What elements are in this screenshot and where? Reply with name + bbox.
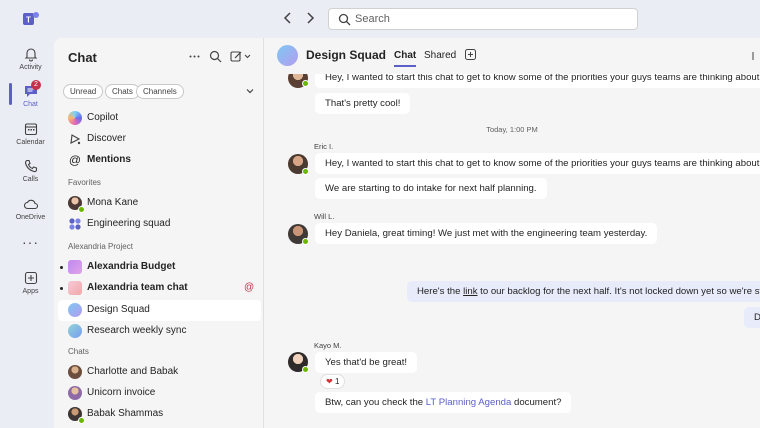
group-avatar [68,303,82,317]
presence-available-icon [78,206,85,213]
mention-badge: @ [244,282,255,293]
tab-shared[interactable]: Shared [424,50,456,61]
presence-available-icon [302,80,309,87]
rail-apps[interactable]: Apps [0,266,61,304]
search-input[interactable]: Search [328,8,638,30]
list-item-alexandria-team-chat[interactable]: Alexandria team chat @ [58,278,261,299]
forward-arrow-icon[interactable] [302,10,318,26]
chat-list-panel: Chat Unread Chats Channels Copilot Disco… [54,38,264,428]
list-item-charlotte-and-babak[interactable]: Charlotte and Babak [58,362,261,383]
rail-calls[interactable]: Calls [0,154,61,192]
chat-header: Design Squad Chat Shared [264,38,760,74]
sender-name: Will L. [314,212,335,221]
unread-dot [60,287,63,290]
search-icon [338,13,351,26]
sender-name: Eric I. [314,142,334,151]
channel-icon [68,260,82,274]
copilot-icon [68,111,82,125]
new-chat-icon[interactable] [230,50,252,63]
message-list: Hey, I wanted to start this chat to get … [264,74,760,428]
avatar [68,386,82,400]
presence-available-icon [302,366,309,373]
unread-badge: 2 [31,80,41,90]
own-message-bubble: D [744,307,760,328]
rail-chat[interactable]: 2 Chat [0,79,61,117]
list-item-research-weekly-sync[interactable]: Research weekly sync [58,321,261,342]
list-item-design-squad[interactable]: Design Squad [58,300,261,321]
calendar-icon [24,123,38,136]
list-item-babak-shammas[interactable]: Babak Shammas [58,404,261,425]
app-rail: Activity 2 Chat Calendar Calls OneDrive … [0,38,61,428]
list-item-alexandria-budget[interactable]: Alexandria Budget [58,257,261,278]
teams-logo-icon: T [23,12,39,25]
list-item-engineering-squad[interactable]: Engineering squad [58,214,261,235]
at-icon: @ [68,153,82,167]
group-icon [69,218,81,230]
heart-icon: ❤ [326,377,333,386]
chevron-down-icon[interactable] [245,86,255,96]
channel-icon [68,281,82,295]
section-alexandria-project: Alexandria Project [68,242,133,251]
filter-channels[interactable]: Channels [136,84,184,99]
message-bubble: Yes that'd be great! [315,352,418,373]
search-placeholder: Search [355,13,390,25]
title-bar: T Search [0,0,760,38]
rail-activity[interactable]: Activity [0,42,61,80]
time-separator: Today, 1:00 PM [486,125,538,134]
unread-dot [60,266,63,269]
more-options-icon[interactable] [188,50,201,63]
message-bubble: Hey, I wanted to start this chat to get … [315,74,760,88]
backlog-link[interactable]: link [463,286,477,297]
list-item-discover[interactable]: Discover [58,129,261,150]
search-icon[interactable] [209,50,222,63]
avatar [68,365,82,379]
chat-title: Design Squad [306,48,387,62]
more-icon[interactable] [752,51,760,61]
list-item-unicorn-invoice[interactable]: Unicorn invoice [58,383,261,404]
presence-available-icon [302,238,309,245]
rail-onedrive[interactable]: OneDrive [0,192,61,230]
filter-unread[interactable]: Unread [63,84,104,99]
message-bubble: Hey, I wanted to start this chat to get … [315,153,760,174]
panel-title: Chat [68,50,97,65]
list-item-copilot[interactable]: Copilot [58,108,261,129]
rail-calendar[interactable]: Calendar [0,117,61,155]
section-chats: Chats [68,347,89,356]
document-link[interactable]: LT Planning Agenda [426,397,512,408]
own-message-bubble: Here's the link to our backlog for the n… [407,281,760,302]
message-bubble: Hey Daniela, great timing! We just met w… [315,223,658,244]
section-favorites: Favorites [68,178,101,187]
apps-icon [24,271,38,285]
list-item-mona-kane[interactable]: Mona Kane [58,193,261,214]
cloud-icon [24,199,39,210]
sender-name: Kayo M. [314,341,342,350]
bell-icon [24,48,38,62]
presence-available-icon [302,168,309,175]
discover-icon [70,134,81,145]
more-apps-icon[interactable]: ··· [0,234,61,250]
list-item-mentions[interactable]: @ Mentions [58,150,261,171]
tab-chat[interactable]: Chat [394,50,417,67]
presence-available-icon [78,417,85,424]
group-avatar [277,45,298,66]
svg-text:T: T [26,16,31,25]
message-bubble: Btw, can you check the LT Planning Agend… [315,392,572,413]
chat-pane: Design Squad Chat Shared Hey, I wanted t… [264,38,760,428]
reaction-heart[interactable]: ❤ 1 [320,374,346,389]
message-bubble: We are starting to do intake for next ha… [315,178,547,199]
phone-icon [24,159,38,173]
group-avatar [68,324,82,338]
back-arrow-icon[interactable] [280,10,296,26]
message-bubble: That's pretty cool! [315,93,411,114]
filter-chats[interactable]: Chats [105,84,140,99]
add-tab-icon[interactable] [465,49,476,60]
